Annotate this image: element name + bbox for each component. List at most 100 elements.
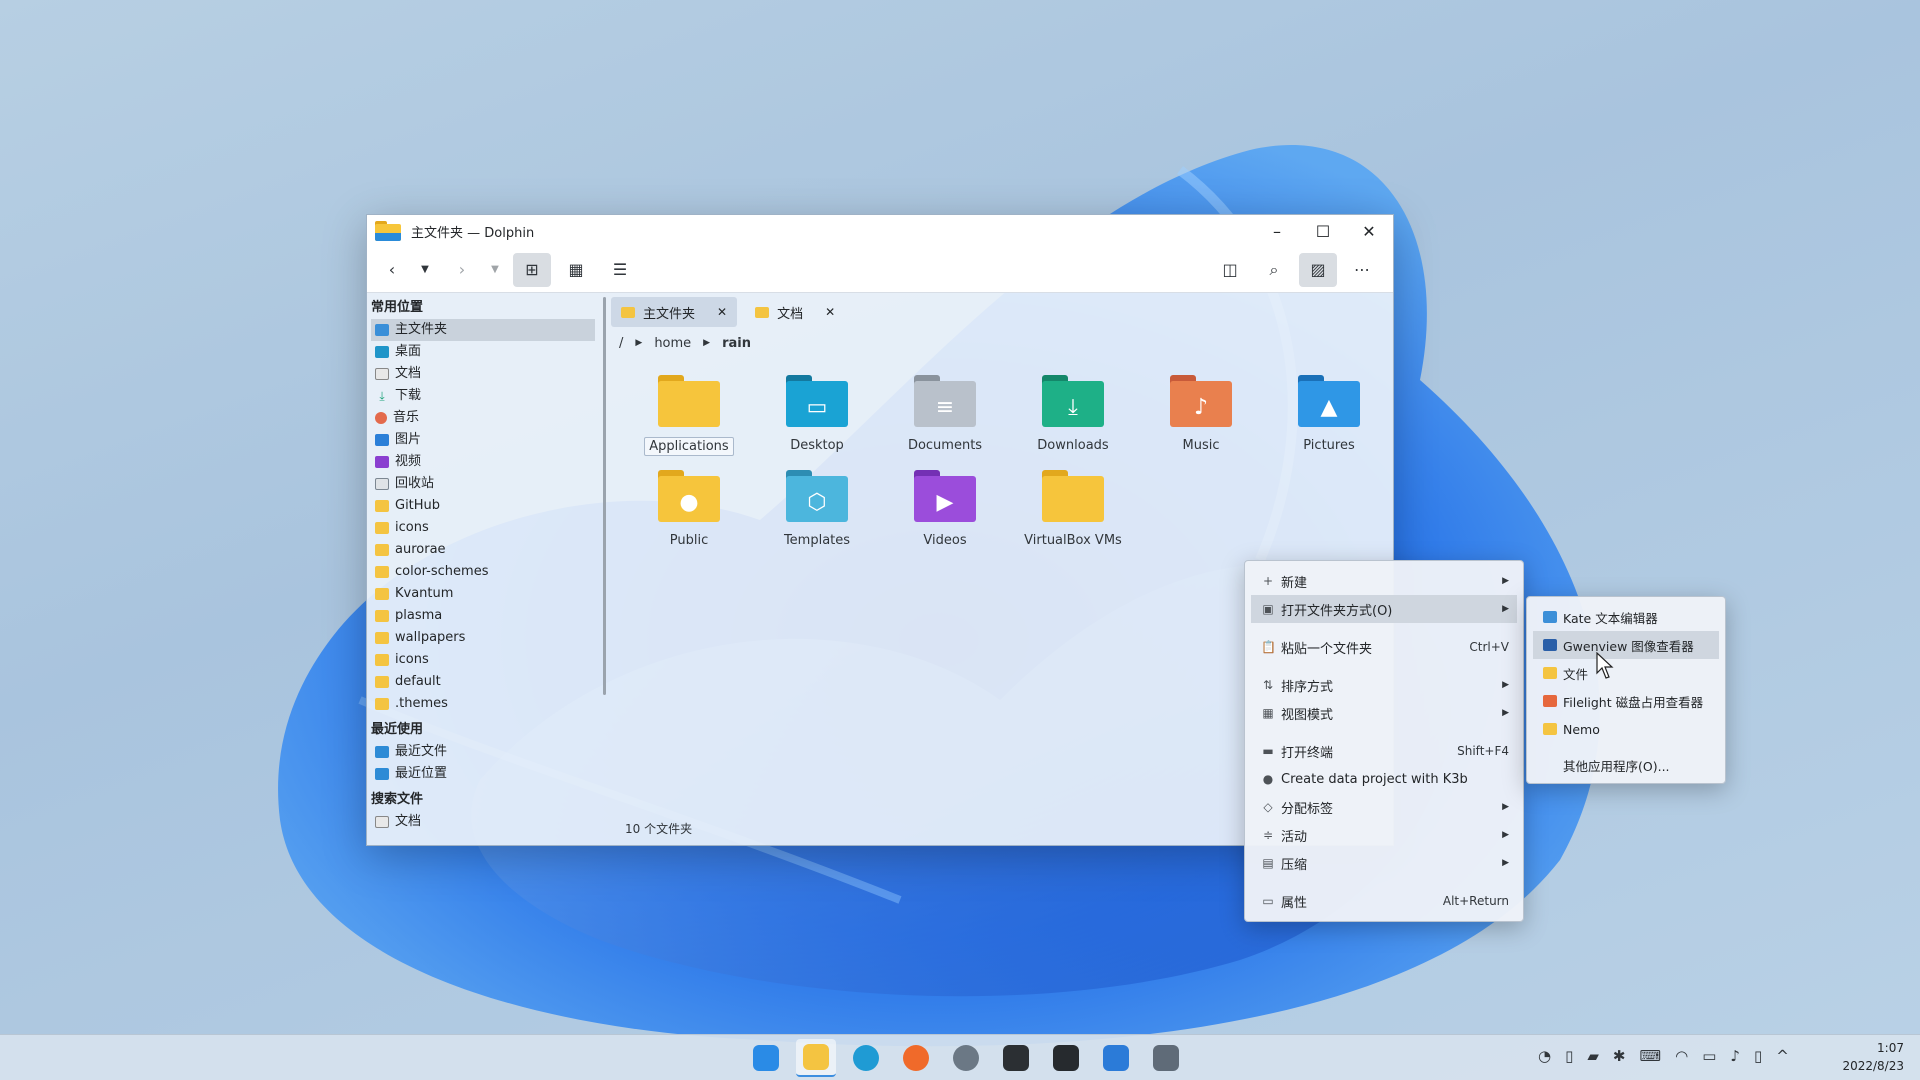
keyboard-icon[interactable]: ⌨ xyxy=(1639,1047,1661,1065)
context-menu-item[interactable]: ▣ 打开文件夹方式(O) ▶ xyxy=(1251,595,1517,623)
folder-icon: ♪ xyxy=(1170,375,1232,427)
tab[interactable]: 文档 ✕ xyxy=(745,297,845,327)
taskbar-app[interactable] xyxy=(946,1039,986,1077)
clock[interactable]: 1:07 2022/8/23 xyxy=(1842,1039,1904,1075)
battery-icon[interactable]: ▰ xyxy=(1587,1047,1599,1065)
sidebar-item[interactable]: 视频 xyxy=(371,451,595,473)
context-menu-item[interactable]: ◇ 分配标签 ▶ xyxy=(1245,793,1523,821)
volume-icon[interactable]: ♪ xyxy=(1730,1047,1740,1065)
submenu-item[interactable]: Filelight 磁盘占用查看器 xyxy=(1527,687,1725,715)
sidebar-scrollbar[interactable] xyxy=(603,297,606,695)
breadcrumb-root[interactable]: / xyxy=(619,336,623,351)
sidebar-item-label: 文档 xyxy=(395,814,422,829)
close-tab-icon[interactable]: ✕ xyxy=(717,305,727,319)
taskbar-app[interactable] xyxy=(1046,1039,1086,1077)
search-button[interactable]: ⌕ xyxy=(1255,253,1293,287)
show-hidden-icon[interactable]: ^ xyxy=(1776,1047,1789,1065)
sidebar-item[interactable]: ⤓ 下载 xyxy=(371,385,595,407)
maximize-button[interactable]: ☐ xyxy=(1313,222,1333,241)
folder-item[interactable]: ⬡ Templates xyxy=(753,470,881,549)
wifi-icon[interactable]: ◠ xyxy=(1675,1047,1688,1065)
sidebar-item[interactable]: aurorae xyxy=(371,539,595,561)
sidebar-item[interactable]: color-schemes xyxy=(371,561,595,583)
folder-item[interactable]: ♪ Music xyxy=(1137,375,1265,456)
phone-icon[interactable]: ▯ xyxy=(1754,1047,1762,1065)
folder-item[interactable]: ≡ Documents xyxy=(881,375,1009,456)
sidebar-item[interactable]: icons xyxy=(371,649,595,671)
folder-item[interactable]: Applications xyxy=(625,375,753,456)
tab[interactable]: 主文件夹 ✕ xyxy=(611,297,738,327)
split-view-button[interactable]: ◫ xyxy=(1211,253,1249,287)
clipboard-icon[interactable]: ▯ xyxy=(1565,1047,1573,1065)
context-menu-item[interactable]: + 新建 ▶ xyxy=(1245,567,1523,595)
folder-item[interactable]: ▶ Videos xyxy=(881,470,1009,549)
taskbar-app[interactable] xyxy=(746,1039,786,1077)
kde-connect-icon[interactable]: ◔ xyxy=(1538,1047,1551,1065)
context-menu-item[interactable]: ≑ 活动 ▶ xyxy=(1245,821,1523,849)
context-menu-item[interactable]: ▬ 打开终端 Shift+F4 xyxy=(1245,737,1523,765)
sidebar-item[interactable]: GitHub xyxy=(371,495,595,517)
taskbar-app[interactable] xyxy=(1146,1039,1186,1077)
sidebar-item[interactable]: plasma xyxy=(371,605,595,627)
submenu-item[interactable]: 其他应用程序(O)... xyxy=(1527,751,1725,779)
compact-view-button[interactable]: ▦ xyxy=(557,253,595,287)
submenu-item[interactable]: Gwenview 图像查看器 xyxy=(1533,631,1719,659)
context-menu-item[interactable]: ⇅ 排序方式 ▶ xyxy=(1245,671,1523,699)
context-menu-item[interactable]: ▭ 属性 Alt+Return xyxy=(1245,887,1523,915)
taskbar-app[interactable] xyxy=(996,1039,1036,1077)
taskbar-app[interactable] xyxy=(796,1039,836,1077)
folder-name: Videos xyxy=(923,533,967,548)
breadcrumb-segment[interactable]: home xyxy=(654,336,691,351)
system-tray: ◔ ▯ ▰ ✱ ⌨ ◠ ▭ ♪ ▯ ^ xyxy=(1538,1047,1789,1065)
taskbar-app[interactable] xyxy=(1096,1039,1136,1077)
folder-item[interactable]: ▲ Pictures xyxy=(1265,375,1393,456)
sidebar-item[interactable]: 桌面 xyxy=(371,341,595,363)
preview-button[interactable]: ▨ xyxy=(1299,252,1337,287)
context-menu-item[interactable]: ● Create data project with K3b xyxy=(1245,765,1523,793)
close-tab-icon[interactable]: ✕ xyxy=(825,305,835,319)
breadcrumb-segment[interactable]: rain xyxy=(722,336,751,351)
sidebar-item-label: 桌面 xyxy=(395,344,422,359)
sidebar-item[interactable]: 音乐 xyxy=(371,407,595,429)
sidebar-item[interactable]: wallpapers xyxy=(371,627,595,649)
bluetooth-icon[interactable]: ✱ xyxy=(1613,1047,1626,1065)
paste-icon: 📋 xyxy=(1261,640,1276,654)
folder-item[interactable]: ⤓ Downloads xyxy=(1009,375,1137,456)
back-history-button[interactable]: ▼ xyxy=(417,253,433,287)
sidebar-item[interactable]: 主文件夹 xyxy=(371,319,595,341)
sidebar-item[interactable]: 最近位置 xyxy=(371,763,595,785)
details-view-button[interactable]: ☰ xyxy=(601,253,639,287)
minimize-button[interactable]: – xyxy=(1267,222,1287,241)
breadcrumb-separator-icon[interactable]: ▶ xyxy=(635,338,642,348)
context-menu-item[interactable]: ▤ 压缩 ▶ xyxy=(1245,849,1523,877)
folder-item[interactable]: ▭ Desktop xyxy=(753,375,881,456)
sidebar-item[interactable]: 图片 xyxy=(371,429,595,451)
forward-button[interactable]: › xyxy=(443,253,481,287)
folder-item[interactable]: VirtualBox VMs xyxy=(1009,470,1137,549)
submenu-item[interactable]: 文件 xyxy=(1527,659,1725,687)
folder-item[interactable]: ● Public xyxy=(625,470,753,549)
sidebar-item[interactable]: 文档 xyxy=(371,811,595,833)
folder-name: Pictures xyxy=(1303,438,1355,453)
taskbar-app[interactable] xyxy=(896,1039,936,1077)
forward-history-button[interactable]: ▼ xyxy=(487,253,503,287)
context-menu-item[interactable]: ▦ 视图模式 ▶ xyxy=(1245,699,1523,727)
breadcrumb-separator-icon[interactable]: ▶ xyxy=(703,338,710,348)
context-menu-item[interactable]: 📋 粘贴一个文件夹 Ctrl+V xyxy=(1245,633,1523,661)
sidebar-item[interactable]: default xyxy=(371,671,595,693)
sidebar-item[interactable]: 最近文件 xyxy=(371,741,595,763)
sidebar-item[interactable]: Kvantum xyxy=(371,583,595,605)
display-icon[interactable]: ▭ xyxy=(1702,1047,1716,1065)
title-bar[interactable]: 主文件夹 — Dolphin – ☐ ✕ xyxy=(367,215,1393,247)
sidebar-item[interactable]: .themes xyxy=(371,693,595,715)
sidebar-item[interactable]: icons xyxy=(371,517,595,539)
sidebar-item[interactable]: 文档 xyxy=(371,363,595,385)
sidebar-item[interactable]: 回收站 xyxy=(371,473,595,495)
icons-view-button[interactable]: ⊞ xyxy=(513,252,551,287)
submenu-item[interactable]: Nemo xyxy=(1527,715,1725,743)
close-button[interactable]: ✕ xyxy=(1359,222,1379,241)
submenu-item[interactable]: Kate 文本编辑器 xyxy=(1527,603,1725,631)
back-button[interactable]: ‹ xyxy=(373,253,411,287)
more-button[interactable]: ⋯ xyxy=(1343,253,1381,287)
taskbar-app[interactable] xyxy=(846,1039,886,1077)
